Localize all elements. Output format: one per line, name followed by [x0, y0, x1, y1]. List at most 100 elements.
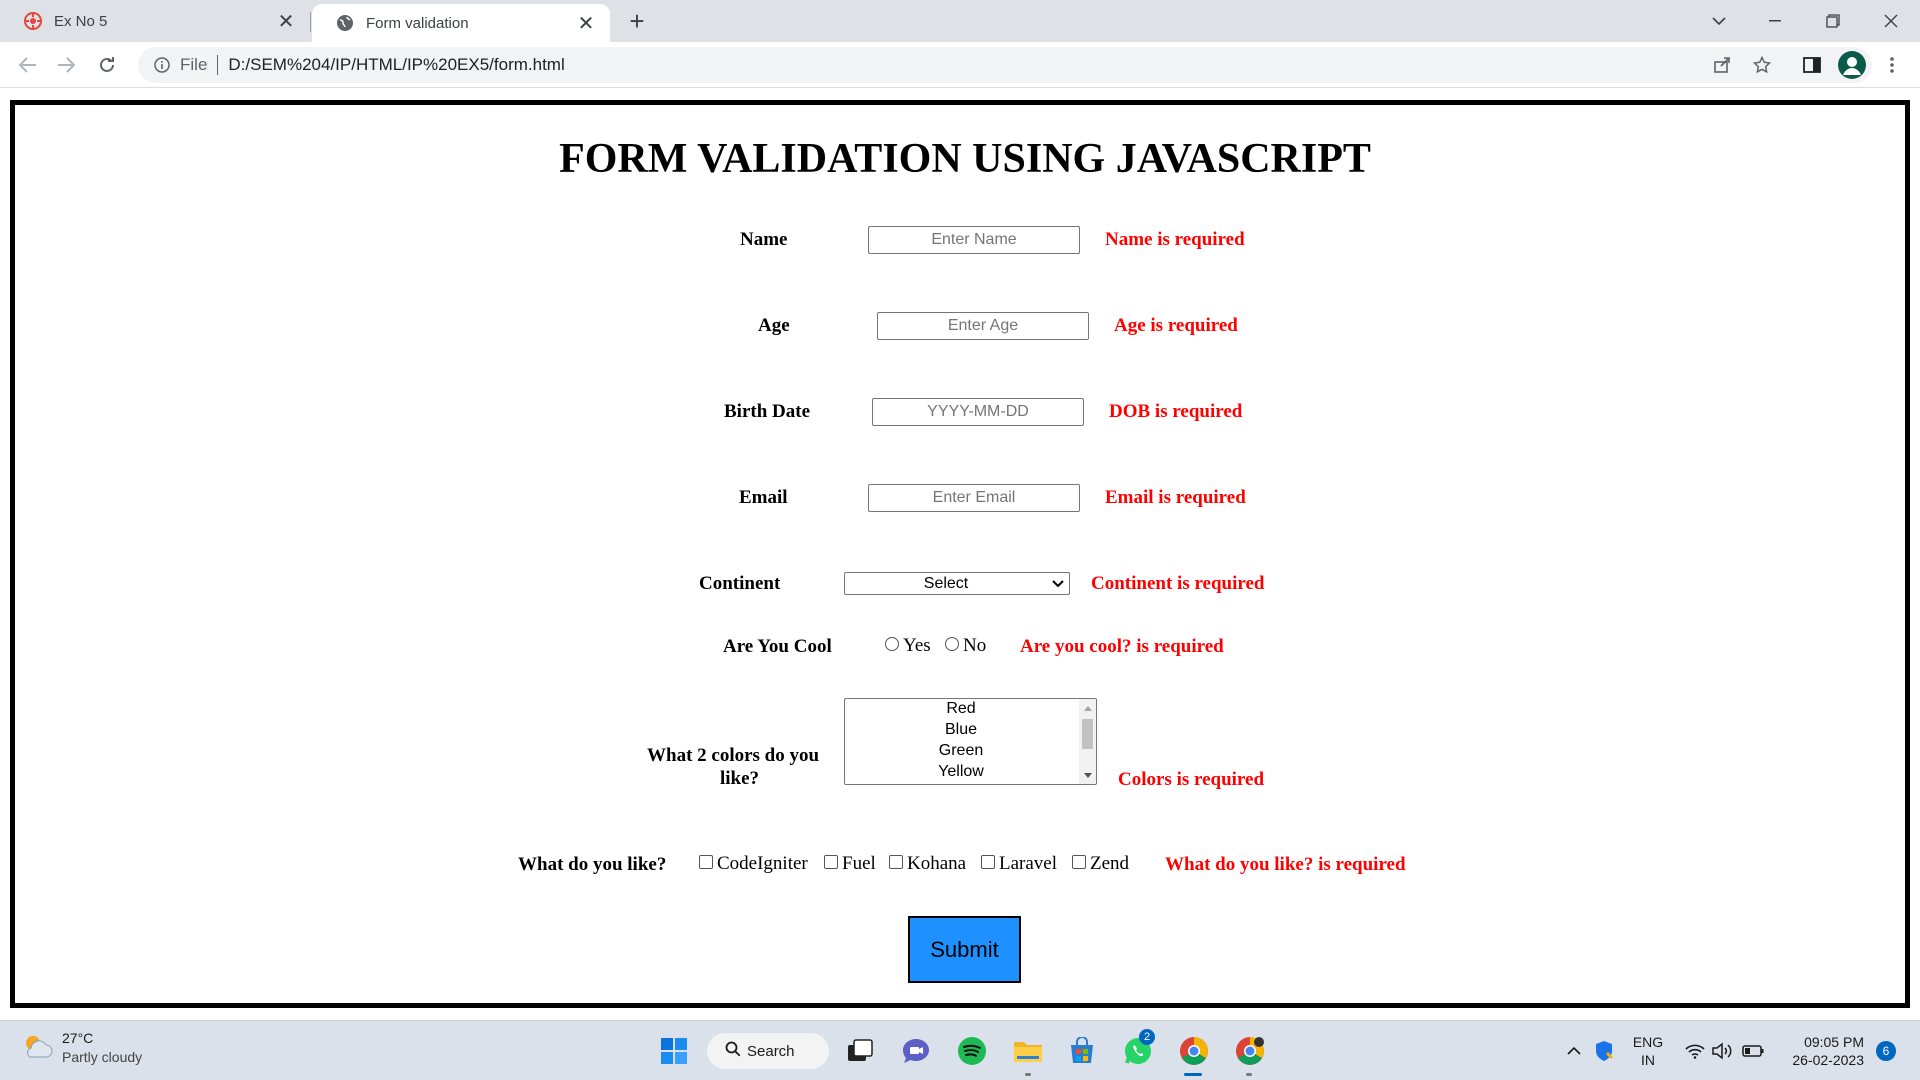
submit-button[interactable]: Submit — [908, 916, 1021, 983]
minimize-icon[interactable] — [1750, 0, 1800, 42]
tab-title: Ex No 5 — [54, 12, 108, 30]
continent-error: Continent is required — [1091, 573, 1265, 594]
color-option-yellow[interactable]: Yellow — [845, 763, 1077, 781]
color-option-red[interactable]: Red — [845, 700, 1077, 718]
continent-selected-value: Select — [923, 574, 969, 592]
scroll-down-arrow-icon[interactable] — [1079, 768, 1096, 782]
scroll-up-arrow-icon[interactable] — [1079, 701, 1096, 715]
option-fuel[interactable]: Fuel — [824, 853, 876, 875]
birth-date-label: Birth Date — [724, 401, 811, 422]
dashboard-icon — [22, 10, 44, 32]
chevron-down-icon — [1047, 579, 1069, 588]
input-language[interactable]: ENG IN — [1630, 1033, 1666, 1069]
wifi-icon[interactable] — [1683, 1031, 1707, 1071]
radio-no-label: No — [963, 635, 987, 656]
option-codeigniter[interactable]: CodeIgniter — [699, 853, 808, 875]
form-container: FORM VALIDATION USING JAVASCRIPT Name Na… — [10, 100, 1910, 1008]
dob-error: DOB is required — [1109, 401, 1243, 422]
bookmark-star-icon[interactable] — [1746, 49, 1778, 81]
radio-no[interactable] — [945, 637, 959, 651]
colors-label-line-1: What 2 colors do you — [647, 745, 820, 766]
weather-condition: Partly cloudy — [62, 1049, 143, 1065]
frameworks-error: What do you like? is required — [1165, 854, 1406, 875]
notification-count-badge[interactable]: 6 — [1876, 1041, 1896, 1061]
close-tab-icon[interactable]: ✕ — [574, 11, 598, 35]
color-option-green[interactable]: Green — [845, 742, 1077, 760]
clock-time: 09:05 PM — [1804, 1034, 1864, 1050]
globe-icon — [334, 12, 356, 34]
continent-label: Continent — [699, 573, 781, 594]
chrome-profile-icon[interactable] — [1230, 1031, 1270, 1071]
checkbox-zend[interactable] — [1072, 855, 1086, 869]
cool-label: Are You Cool — [723, 636, 832, 657]
tab-ex-no-5[interactable]: Ex No 5 ✕ — [0, 0, 310, 42]
birth-date-input[interactable] — [872, 398, 1084, 426]
colors-error: Colors is required — [1118, 769, 1265, 790]
age-input[interactable] — [877, 312, 1089, 340]
side-panel-icon[interactable] — [1796, 49, 1828, 81]
checkbox-kohana[interactable] — [889, 855, 903, 869]
system-clock[interactable]: 09:05 PM 26-02-2023 — [1778, 1033, 1864, 1069]
profile-avatar-icon[interactable] — [1836, 49, 1868, 81]
new-tab-button[interactable]: + — [622, 6, 652, 36]
tab-separator — [310, 12, 311, 32]
info-icon[interactable] — [152, 55, 172, 75]
microsoft-store-icon[interactable] — [1062, 1031, 1102, 1071]
spotify-icon[interactable] — [952, 1031, 992, 1071]
checkbox-fuel[interactable] — [824, 855, 838, 869]
url-scheme: File — [180, 55, 208, 74]
continent-select[interactable]: Select — [844, 572, 1070, 595]
share-icon[interactable] — [1706, 49, 1738, 81]
file-explorer-icon[interactable] — [1008, 1031, 1048, 1071]
option-laravel[interactable]: Laravel — [981, 853, 1057, 875]
chrome-icon[interactable] — [1174, 1031, 1214, 1071]
show-hidden-icons-chevron-icon[interactable] — [1562, 1031, 1586, 1071]
zend-label: Zend — [1090, 853, 1130, 874]
language-code: ENG — [1632, 1034, 1664, 1050]
windows-start-icon[interactable] — [654, 1031, 694, 1071]
address-bar[interactable]: File D:/SEM%204/IP/HTML/IP%20EX5/form.ht… — [138, 47, 1872, 83]
colors-listbox[interactable]: Red Blue Green Yellow — [844, 698, 1097, 785]
chrome-active-indicator — [1184, 1073, 1202, 1076]
volume-icon[interactable] — [1711, 1031, 1735, 1071]
region-code: IN — [1641, 1052, 1655, 1068]
radio-yes[interactable] — [885, 637, 899, 651]
close-window-icon[interactable] — [1866, 0, 1916, 42]
restore-icon[interactable] — [1808, 0, 1858, 42]
tab-form-validation[interactable]: Form validation ✕ — [312, 4, 610, 42]
option-zend[interactable]: Zend — [1072, 853, 1129, 875]
email-input[interactable] — [868, 484, 1080, 512]
battery-icon[interactable] — [1741, 1031, 1765, 1071]
windows-security-shield-icon[interactable] — [1592, 1031, 1616, 1071]
checkbox-laravel[interactable] — [981, 855, 995, 869]
explorer-running-indicator — [1025, 1073, 1031, 1076]
email-error: Email is required — [1105, 487, 1246, 508]
scrollbar-thumb[interactable] — [1082, 719, 1093, 749]
partly-cloudy-icon — [20, 1031, 54, 1066]
color-option-blue[interactable]: Blue — [845, 721, 1077, 739]
url-text[interactable]: D:/SEM%204/IP/HTML/IP%20EX5/form.html — [228, 55, 564, 75]
tab-search-icon[interactable] — [1694, 0, 1744, 42]
laravel-label: Laravel — [999, 853, 1058, 874]
back-arrow-icon[interactable] — [12, 49, 44, 81]
clock-date: 26-02-2023 — [1792, 1052, 1864, 1068]
chrome-profile-running-indicator — [1246, 1073, 1252, 1076]
age-label: Age — [758, 315, 790, 336]
weather-temperature: 27°C — [62, 1030, 94, 1046]
weather-widget[interactable]: 27°C Partly cloudy — [20, 1029, 142, 1067]
teams-chat-icon[interactable] — [896, 1031, 936, 1071]
menu-kebab-icon[interactable] — [1876, 49, 1908, 81]
listbox-scrollbar[interactable] — [1079, 699, 1096, 784]
taskbar: 27°C Partly cloudy Search 2 ENG IN 09:05… — [0, 1020, 1920, 1080]
task-view-icon[interactable] — [840, 1031, 880, 1071]
taskbar-search[interactable]: Search — [707, 1033, 829, 1069]
checkbox-codeigniter[interactable] — [699, 855, 713, 869]
name-input[interactable] — [868, 226, 1080, 254]
cool-yes-option[interactable]: Yes — [885, 635, 931, 657]
close-tab-icon[interactable]: ✕ — [274, 9, 298, 33]
forward-arrow-icon[interactable] — [50, 49, 82, 81]
cool-no-option[interactable]: No — [945, 635, 986, 657]
age-error: Age is required — [1114, 315, 1238, 336]
reload-icon[interactable] — [91, 49, 123, 81]
option-kohana[interactable]: Kohana — [889, 853, 966, 875]
